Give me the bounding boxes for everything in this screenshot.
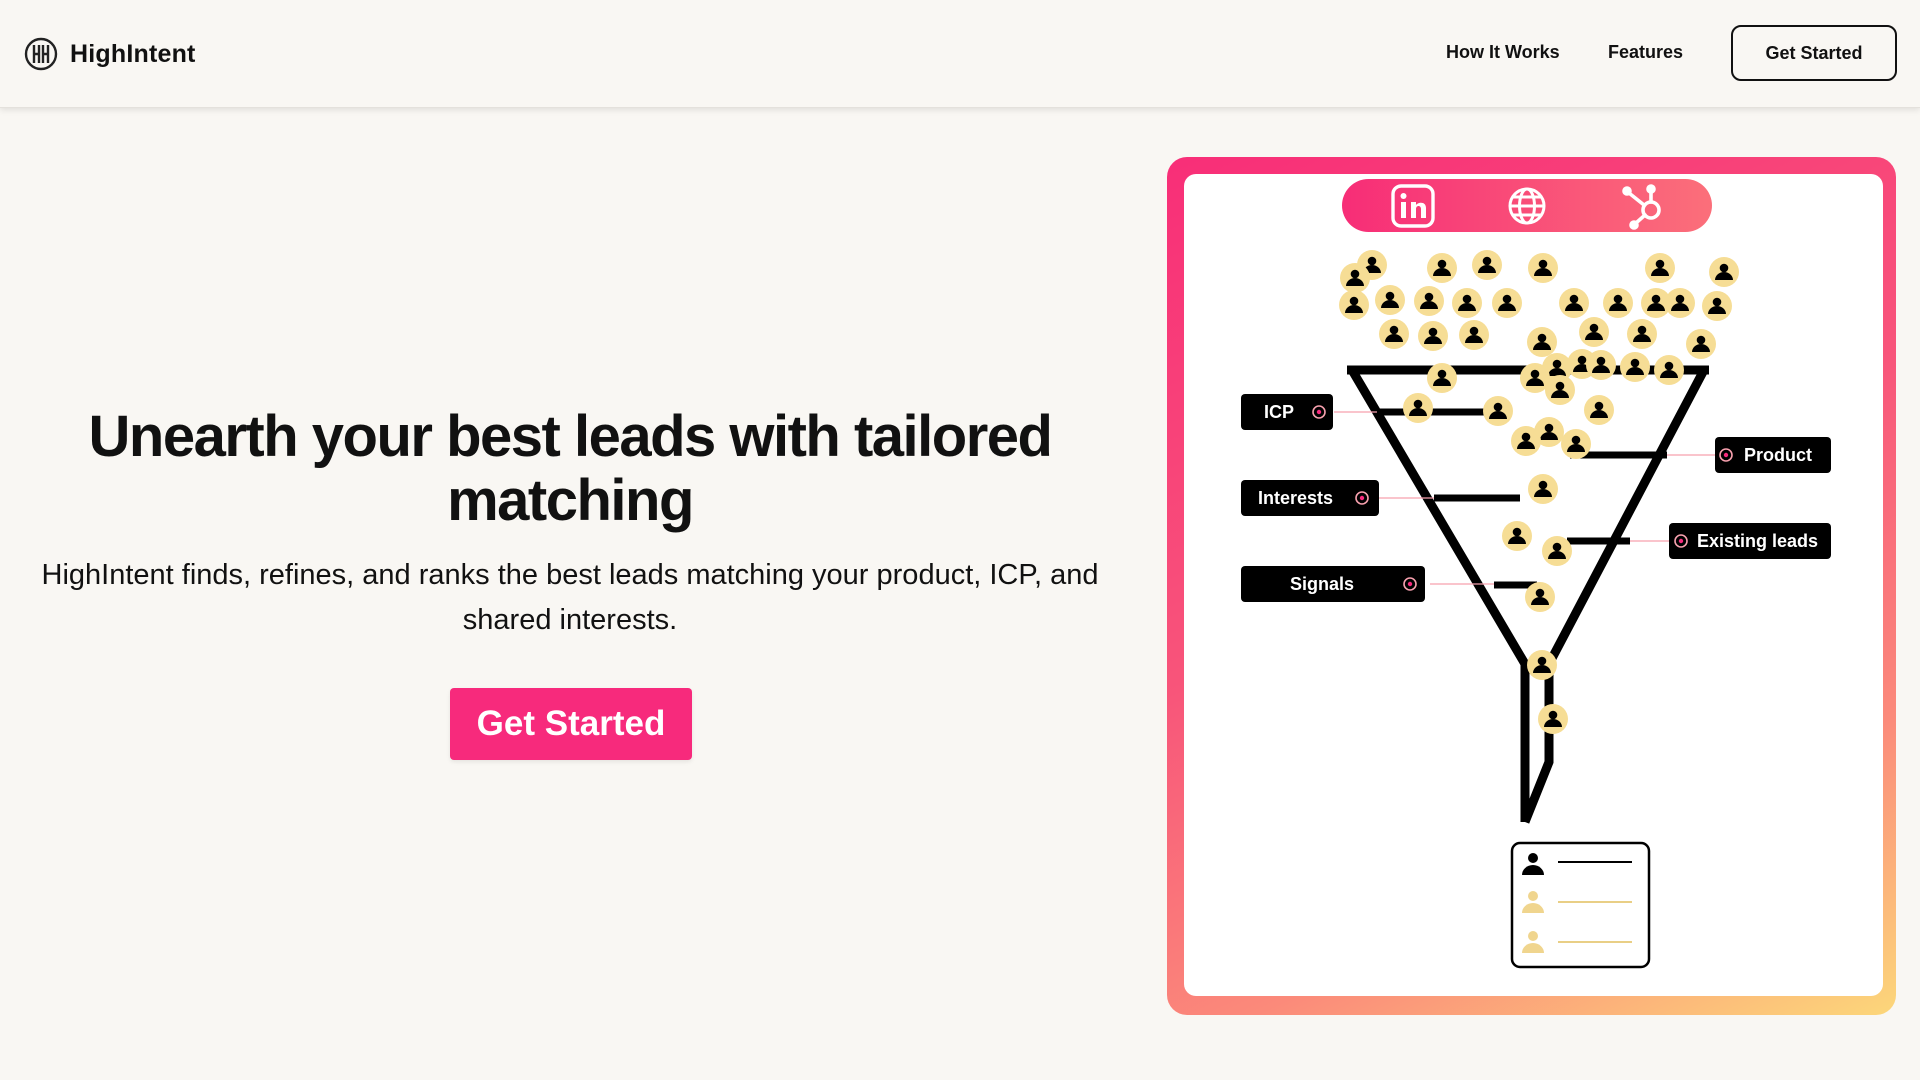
lead-avatar	[1375, 285, 1405, 315]
lead-avatar	[1414, 286, 1444, 316]
lead-avatar	[1654, 355, 1684, 385]
header-get-started-button[interactable]: Get Started	[1731, 25, 1897, 81]
lead-avatar	[1379, 319, 1409, 349]
lead-avatar	[1339, 290, 1369, 320]
lead-avatar	[1686, 329, 1716, 359]
tag-icp: ICP	[1241, 394, 1333, 430]
lead-avatar	[1403, 393, 1433, 423]
lead-avatar	[1427, 253, 1457, 283]
nav-features[interactable]: Features	[1608, 42, 1683, 63]
funnel-illustration: ICP Interests Signals Product Existing l…	[1184, 174, 1883, 996]
lead-avatar	[1527, 650, 1557, 680]
lead-avatar	[1603, 288, 1633, 318]
lead-avatar	[1665, 288, 1695, 318]
lead-avatar	[1427, 363, 1457, 393]
lead-avatar	[1459, 320, 1489, 350]
tag-product: Product	[1715, 437, 1831, 473]
lead-avatar	[1645, 253, 1675, 283]
lead-avatar	[1340, 263, 1370, 293]
hero-get-started-button[interactable]: Get Started	[450, 688, 692, 760]
lead-avatar	[1620, 352, 1650, 382]
lead-avatar	[1492, 288, 1522, 318]
tag-signals-label: Signals	[1290, 574, 1354, 594]
hero-subtitle: HighIntent finds, refines, and ranks the…	[41, 559, 1099, 636]
funnel-illustration-card: ICP Interests Signals Product Existing l…	[1167, 157, 1896, 1015]
lead-avatar	[1702, 291, 1732, 321]
lead-avatar	[1472, 250, 1502, 280]
lead-avatar	[1525, 582, 1555, 612]
lead-avatar	[1538, 704, 1568, 734]
funnel-svg: ICP Interests Signals Product Existing l…	[1241, 179, 1831, 969]
brand-name: HighIntent	[70, 39, 196, 68]
tag-existing-leads: Existing leads	[1669, 523, 1831, 559]
tag-existing-leads-label: Existing leads	[1697, 531, 1818, 551]
hero-title: Unearth your best leads with tailored ma…	[88, 404, 1053, 533]
lead-avatar	[1511, 426, 1541, 456]
lead-avatar	[1709, 257, 1739, 287]
tag-product-label: Product	[1744, 445, 1812, 465]
lead-avatar	[1528, 253, 1558, 283]
lead-avatar	[1586, 350, 1616, 380]
lead-avatar	[1584, 395, 1614, 425]
tag-interests: Interests	[1241, 480, 1379, 516]
lead-avatar	[1452, 288, 1482, 318]
lead-avatars	[1339, 250, 1739, 734]
lead-avatar	[1502, 521, 1532, 551]
nav-how-it-works[interactable]: How It Works	[1446, 42, 1560, 63]
lead-avatar	[1561, 429, 1591, 459]
tag-interests-label: Interests	[1258, 488, 1333, 508]
lead-avatar	[1528, 474, 1558, 504]
lead-avatar	[1579, 317, 1609, 347]
brand[interactable]: HighIntent	[24, 34, 196, 74]
tag-icp-label: ICP	[1264, 402, 1294, 422]
lead-avatar	[1542, 536, 1572, 566]
lead-avatar	[1545, 375, 1575, 405]
brand-logo-icon	[24, 37, 58, 71]
lead-avatar	[1559, 288, 1589, 318]
lead-avatar	[1527, 327, 1557, 357]
lead-avatar	[1418, 321, 1448, 351]
lead-avatar	[1483, 396, 1513, 426]
site-header: HighIntent How It Works Features Get Sta…	[0, 0, 1920, 108]
lead-avatar	[1627, 319, 1657, 349]
tag-signals: Signals	[1241, 566, 1425, 602]
ranked-list-card	[1510, 841, 1651, 969]
